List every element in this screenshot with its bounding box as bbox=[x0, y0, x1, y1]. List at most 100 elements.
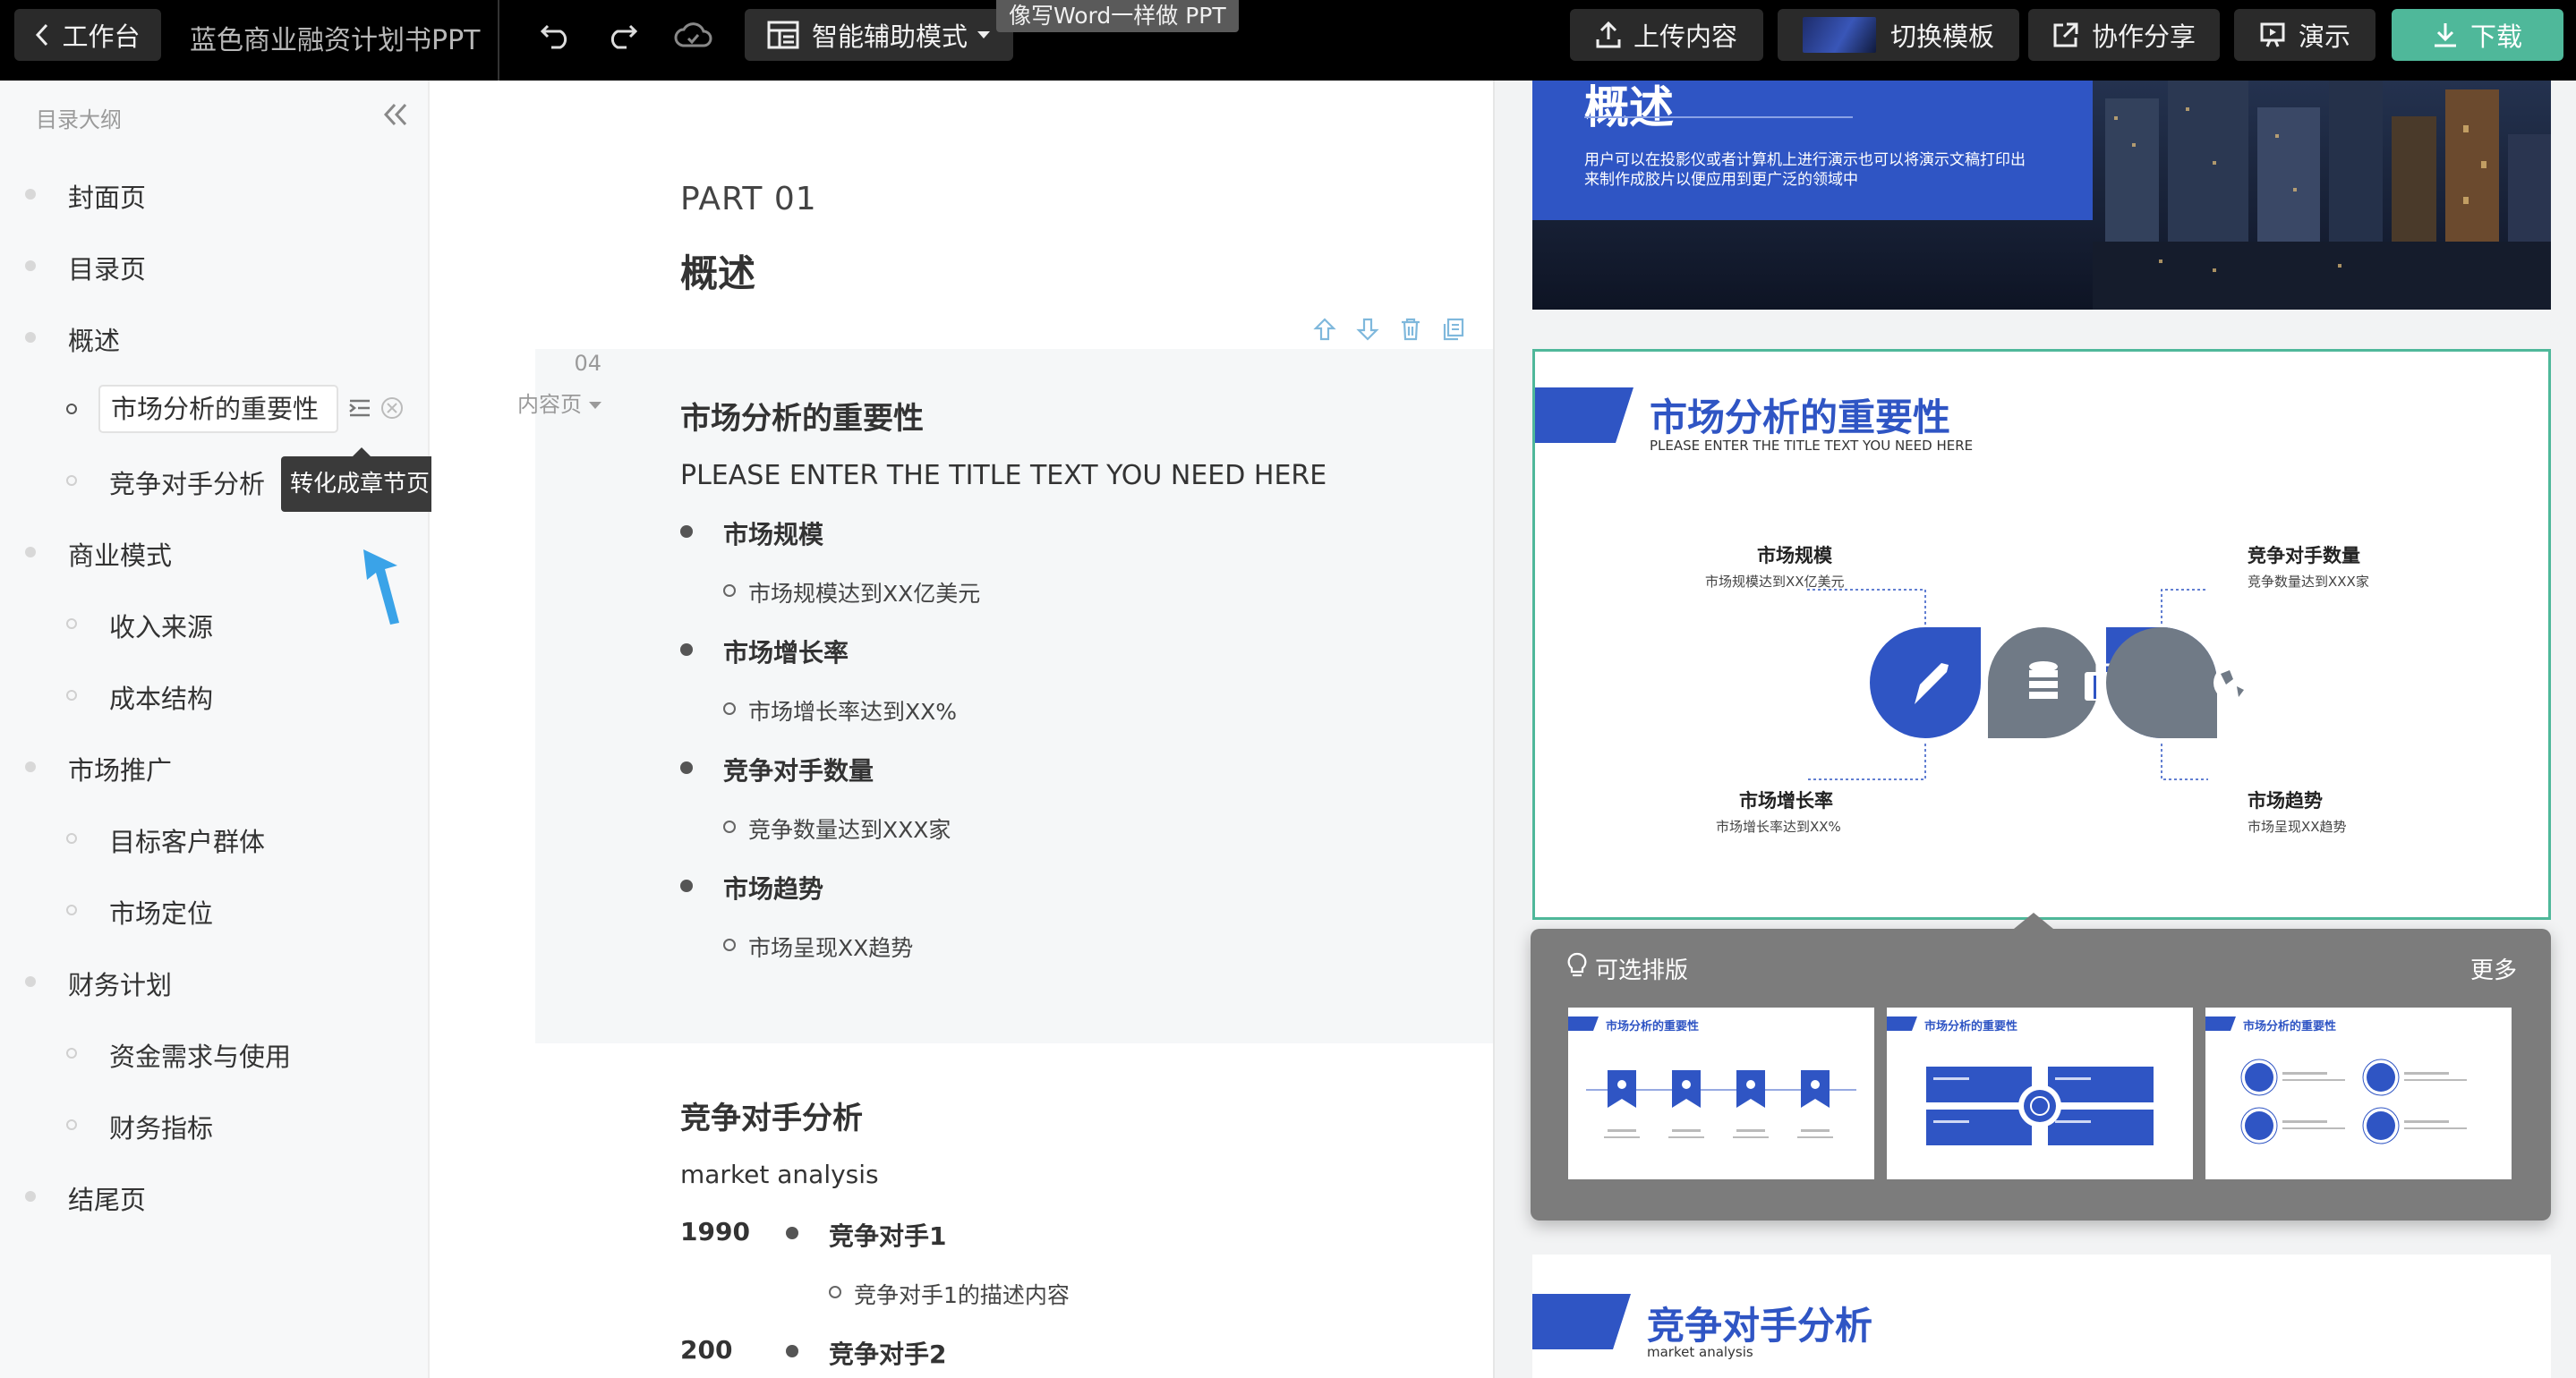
delete-icon[interactable] bbox=[1396, 315, 1425, 344]
block-subtitle[interactable]: market analysis bbox=[680, 1160, 879, 1189]
block-title[interactable]: 市场分析的重要性 bbox=[680, 394, 924, 438]
title-accent-shape bbox=[1532, 1294, 1631, 1349]
market-diagram bbox=[1807, 589, 2249, 780]
bullet-item[interactable]: 市场趋势 bbox=[723, 870, 823, 906]
sub-bullet-item[interactable]: 竞争数量达到XXX家 bbox=[748, 812, 951, 845]
lightbulb-icon bbox=[1566, 952, 1588, 982]
slide-body-text: 用户可以在投影仪或者计算机上进行演示也可以将演示文稿打印出来制作成胶片以便应用到… bbox=[1584, 151, 2026, 189]
timeline-year[interactable]: 1990 bbox=[680, 1217, 750, 1246]
layout-option[interactable]: 市场分析的重要性 bbox=[2205, 1008, 2512, 1179]
outline-item-cover[interactable]: 封面页 bbox=[68, 177, 146, 215]
outline-bullet bbox=[25, 976, 36, 987]
redo-icon[interactable] bbox=[601, 16, 641, 55]
mode-dropdown[interactable]: 智能辅助模式 bbox=[745, 9, 1013, 61]
bullet-item[interactable]: 竞争对手数量 bbox=[723, 752, 874, 787]
outline-bullet bbox=[66, 1119, 77, 1130]
mode-label: 智能辅助模式 bbox=[811, 21, 968, 52]
slide-thumbnail-market-analysis[interactable]: 市场分析的重要性 PLEASE ENTER THE TITLE TEXT YOU… bbox=[1532, 349, 2551, 920]
share-button[interactable]: 协作分享 bbox=[2028, 9, 2220, 61]
outline-item-competitor[interactable]: 竞争对手分析 bbox=[109, 464, 265, 501]
ribbon-layout-preview bbox=[1586, 1070, 1856, 1138]
convert-section-tooltip: 转化成章节页 bbox=[281, 447, 439, 512]
outline-item-finance[interactable]: 财务计划 bbox=[68, 965, 172, 1002]
outline-bullet bbox=[25, 547, 36, 557]
undo-icon[interactable] bbox=[537, 16, 576, 55]
sub-bullet-item[interactable]: 市场规模达到XX亿美元 bbox=[748, 576, 980, 608]
move-up-icon[interactable] bbox=[1310, 315, 1339, 344]
layout-options-popover: 可选排版 更多 市场分析的重要性 市场分析的重要性 市场分析的重要性 bbox=[1531, 913, 2551, 1221]
page-type-dropdown[interactable]: 内容页 bbox=[446, 387, 601, 418]
caret-down-icon bbox=[977, 31, 990, 38]
sub-bullet-ring bbox=[723, 821, 736, 833]
convert-to-section-icon[interactable] bbox=[347, 396, 372, 421]
remove-item-icon[interactable] bbox=[380, 396, 405, 421]
copy-icon[interactable] bbox=[1439, 315, 1468, 344]
outline-item-funding[interactable]: 资金需求与使用 bbox=[109, 1036, 291, 1074]
outline-item-toc[interactable]: 目录页 bbox=[68, 249, 146, 286]
outline-bullet bbox=[25, 189, 36, 200]
globe-icon bbox=[2106, 627, 2249, 738]
sub-bullet-ring bbox=[723, 584, 736, 597]
outline-item-business-model[interactable]: 商业模式 bbox=[68, 535, 172, 573]
outline-item-revenue[interactable]: 收入来源 bbox=[109, 607, 213, 644]
outline-item-marketing[interactable]: 市场推广 bbox=[68, 750, 172, 787]
bullet-item[interactable]: 市场增长率 bbox=[723, 634, 849, 669]
present-label: 演示 bbox=[2298, 21, 2350, 52]
sub-bullet-item[interactable]: 市场呈现XX趋势 bbox=[748, 931, 913, 963]
outline-bullet bbox=[66, 404, 77, 414]
bullet-item[interactable]: 市场规模 bbox=[723, 515, 823, 551]
document-title[interactable]: 蓝色商业融资计划书PPT bbox=[190, 18, 481, 57]
outline-bullet bbox=[66, 690, 77, 701]
outline-item-financial-metrics[interactable]: 财务指标 bbox=[109, 1108, 213, 1145]
outline-item-edit-input[interactable]: 市场分析的重要性 bbox=[98, 385, 338, 433]
present-button[interactable]: 演示 bbox=[2234, 9, 2376, 61]
slide-thumbnail-overview[interactable]: 概述 用户可以在投影仪或者计算机上进行演示也可以将演示文稿打印出来制作成胶片以便… bbox=[1532, 81, 2551, 310]
layout-option[interactable]: 市场分析的重要性 bbox=[1887, 1008, 2193, 1179]
content-editor: PART 01 概述 04 内容页 市场分析的重要性 PLEASE ENTER … bbox=[431, 81, 1493, 1378]
cloud-save-icon[interactable] bbox=[673, 16, 712, 55]
slide-subtitle: market analysis bbox=[1647, 1344, 1753, 1360]
workbench-button[interactable]: 工作台 bbox=[14, 9, 161, 61]
upload-button[interactable]: 上传内容 bbox=[1570, 9, 1763, 61]
title-underline bbox=[1584, 116, 1853, 118]
move-down-icon[interactable] bbox=[1353, 315, 1382, 344]
active-content-block[interactable] bbox=[535, 349, 1493, 1043]
outline-bullet bbox=[25, 260, 36, 271]
sub-bullet-item[interactable]: 市场增长率达到XX% bbox=[748, 694, 957, 727]
outline-bullet bbox=[25, 1191, 36, 1202]
timeline-year[interactable]: 200 bbox=[680, 1335, 732, 1365]
outline-item-positioning[interactable]: 市场定位 bbox=[109, 893, 213, 931]
outline-bullet bbox=[25, 761, 36, 772]
outline-item-target-customers[interactable]: 目标客户群体 bbox=[109, 821, 265, 859]
slide-thumbnail-competitor[interactable]: 竞争对手分析 market analysis bbox=[1532, 1255, 2551, 1378]
block-title[interactable]: 竞争对手分析 bbox=[680, 1093, 863, 1137]
layout-options-title: 可选排版 bbox=[1595, 957, 1689, 984]
workbench-label: 工作台 bbox=[62, 21, 141, 52]
outline-item-cost[interactable]: 成本结构 bbox=[109, 678, 213, 716]
part-label[interactable]: PART 01 bbox=[680, 181, 817, 217]
toolbar-divider bbox=[498, 0, 499, 81]
block-subtitle[interactable]: PLEASE ENTER THE TITLE TEXT YOU NEED HER… bbox=[680, 460, 1326, 491]
outline-bullet bbox=[66, 618, 77, 629]
collapse-sidebar-icon[interactable] bbox=[380, 98, 412, 131]
outline-bullet bbox=[25, 332, 36, 343]
outline-item-ending[interactable]: 结尾页 bbox=[68, 1179, 146, 1217]
slide-title: 概述 bbox=[1584, 81, 1674, 133]
download-button[interactable]: 下载 bbox=[2392, 9, 2563, 61]
database-icon bbox=[1988, 627, 2099, 738]
download-label: 下载 bbox=[2469, 21, 2522, 52]
bullet-dot bbox=[786, 1227, 798, 1239]
upload-label: 上传内容 bbox=[1633, 21, 1737, 52]
outline-item-overview[interactable]: 概述 bbox=[68, 320, 120, 358]
sub-bullet-item[interactable]: 竞争对手1的描述内容 bbox=[854, 1278, 1070, 1310]
layout-more-link[interactable]: 更多 bbox=[2470, 952, 2517, 985]
part-title[interactable]: 概述 bbox=[680, 243, 755, 298]
present-icon bbox=[2260, 22, 2285, 47]
layout-option[interactable]: 市场分析的重要性 bbox=[1568, 1008, 1874, 1179]
switch-template-button[interactable]: 切换模板 bbox=[1778, 9, 2019, 61]
page-number: 04 bbox=[574, 351, 601, 376]
switch-template-label: 切换模板 bbox=[1889, 21, 1994, 52]
bullet-item[interactable]: 竞争对手1 bbox=[829, 1217, 946, 1253]
bullet-item[interactable]: 竞争对手2 bbox=[829, 1335, 946, 1371]
chevron-left-icon bbox=[36, 23, 48, 47]
